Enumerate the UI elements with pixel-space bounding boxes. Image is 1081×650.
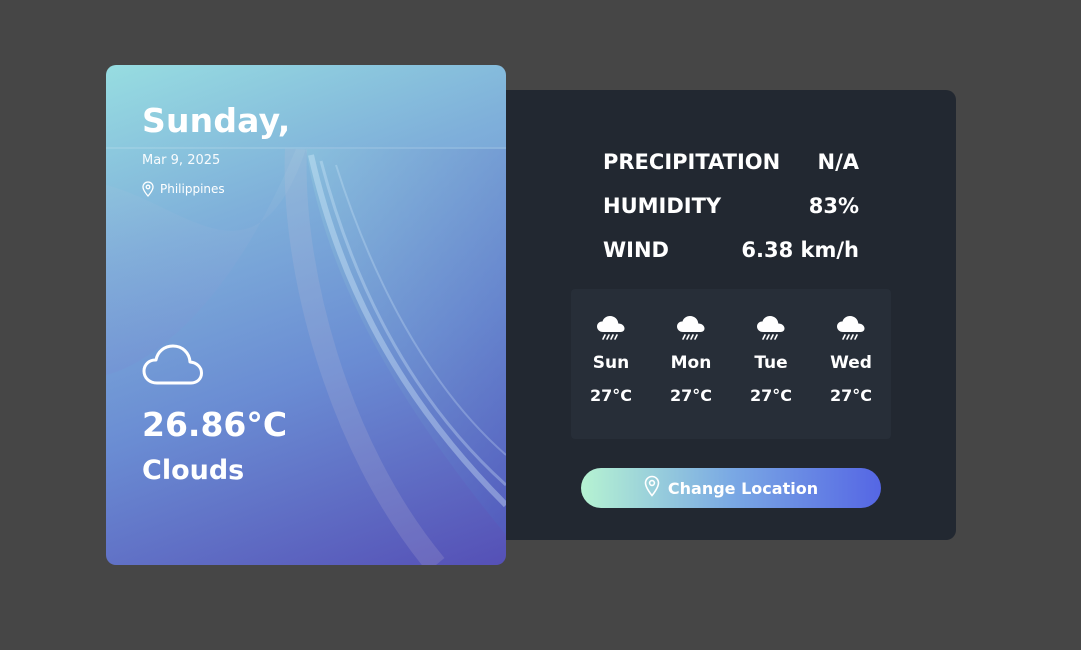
forecast-day-name: Mon	[670, 353, 712, 373]
forecast-day: Wed 27°C	[811, 289, 891, 439]
forecast-day: Tue 27°C	[731, 289, 811, 439]
stat-label: WIND	[603, 238, 669, 262]
current-temperature: 26.86°C	[142, 405, 288, 444]
rain-cloud-icon	[756, 315, 786, 345]
current-date: Mar 9, 2025	[142, 153, 221, 168]
forecast-day-name: Tue	[754, 353, 788, 373]
stat-precipitation: PRECIPITATION N/A	[603, 140, 859, 184]
forecast-temp: 27°C	[669, 386, 712, 405]
rain-cloud-icon	[596, 315, 626, 345]
stat-label: PRECIPITATION	[603, 150, 781, 174]
cloud-icon	[142, 343, 204, 391]
day-name: Sunday,	[142, 101, 291, 140]
rain-cloud-icon	[836, 315, 866, 345]
forecast-day-name: Wed	[830, 353, 872, 373]
forecast-temp: 27°C	[829, 386, 872, 405]
change-location-label: Change Location	[667, 478, 819, 498]
map-pin-icon	[644, 475, 660, 501]
location-name: Philippines	[160, 182, 225, 196]
stat-wind: WIND 6.38 km/h	[603, 228, 859, 272]
forecast-temp: 27°C	[749, 386, 792, 405]
location-display: Philippines	[142, 181, 225, 197]
stat-value: N/A	[817, 150, 860, 174]
weather-app: Sunday, Mar 9, 2025 Philippines 26.86°C …	[106, 65, 956, 565]
weather-details-panel: PRECIPITATION N/A HUMIDITY 83% WIND 6.38…	[506, 90, 956, 540]
stat-value: 83%	[808, 194, 859, 218]
forecast-day: Mon 27°C	[651, 289, 731, 439]
forecast-temp: 27°C	[589, 386, 632, 405]
forecast-day-name: Sun	[592, 353, 630, 373]
current-weather-card: Sunday, Mar 9, 2025 Philippines 26.86°C …	[106, 65, 506, 565]
rain-cloud-icon	[676, 315, 706, 345]
forecast-day: Sun 27°C	[571, 289, 651, 439]
weather-stats: PRECIPITATION N/A HUMIDITY 83% WIND 6.38…	[603, 140, 859, 272]
forecast-list: Sun 27°C Mon 27°C Tue 27°C Wed 27°C	[571, 289, 891, 439]
map-pin-icon	[142, 181, 154, 197]
stat-value: 6.38 km/h	[741, 238, 859, 262]
stat-label: HUMIDITY	[603, 194, 722, 218]
weather-description: Clouds	[142, 455, 245, 486]
change-location-button[interactable]: Change Location	[581, 468, 881, 508]
stat-humidity: HUMIDITY 83%	[603, 184, 859, 228]
